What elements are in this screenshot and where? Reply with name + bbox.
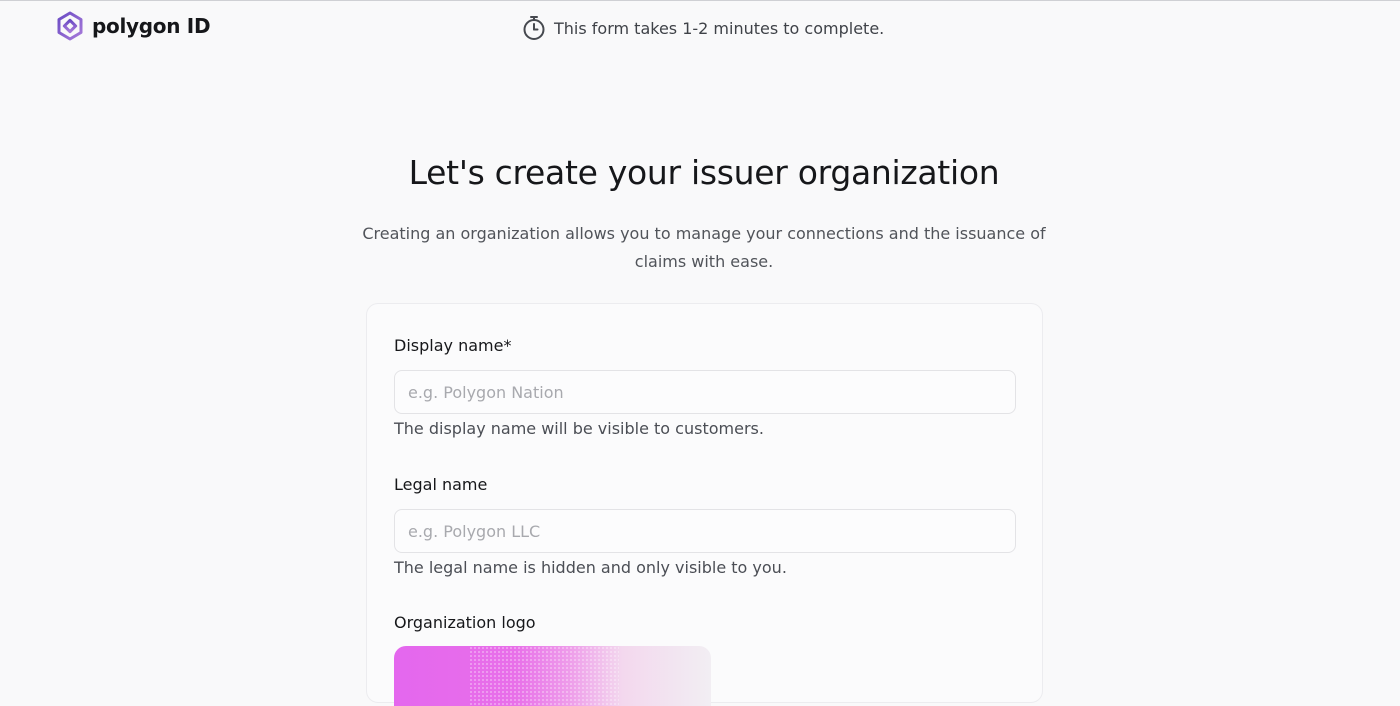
brand-logo[interactable]: polygon ID — [55, 10, 211, 42]
display-name-help: The display name will be visible to cust… — [394, 419, 764, 438]
top-bar: polygon ID This form takes 1-2 minutes t… — [0, 1, 1400, 61]
page-subtitle: Creating an organization allows you to m… — [362, 224, 1046, 271]
page-title: Let's create your issuer organization — [408, 153, 1000, 192]
organization-form: Display name* The display name will be v… — [366, 303, 1043, 706]
logo-placeholder-texture — [469, 646, 619, 706]
brand-name: polygon ID — [92, 14, 211, 38]
legal-name-help: The legal name is hidden and only visibl… — [394, 558, 787, 577]
form-duration-notice: This form takes 1-2 minutes to complete. — [522, 15, 884, 41]
legal-name-input[interactable] — [394, 509, 1016, 553]
organization-logo-upload[interactable] — [394, 646, 711, 706]
polygon-logo-icon — [55, 11, 85, 41]
display-name-input[interactable] — [394, 370, 1016, 414]
display-name-label: Display name* — [394, 336, 512, 355]
organization-logo-label: Organization logo — [394, 613, 536, 632]
stopwatch-icon — [522, 15, 546, 41]
legal-name-label: Legal name — [394, 475, 488, 494]
form-duration-text: This form takes 1-2 minutes to complete. — [554, 18, 885, 38]
